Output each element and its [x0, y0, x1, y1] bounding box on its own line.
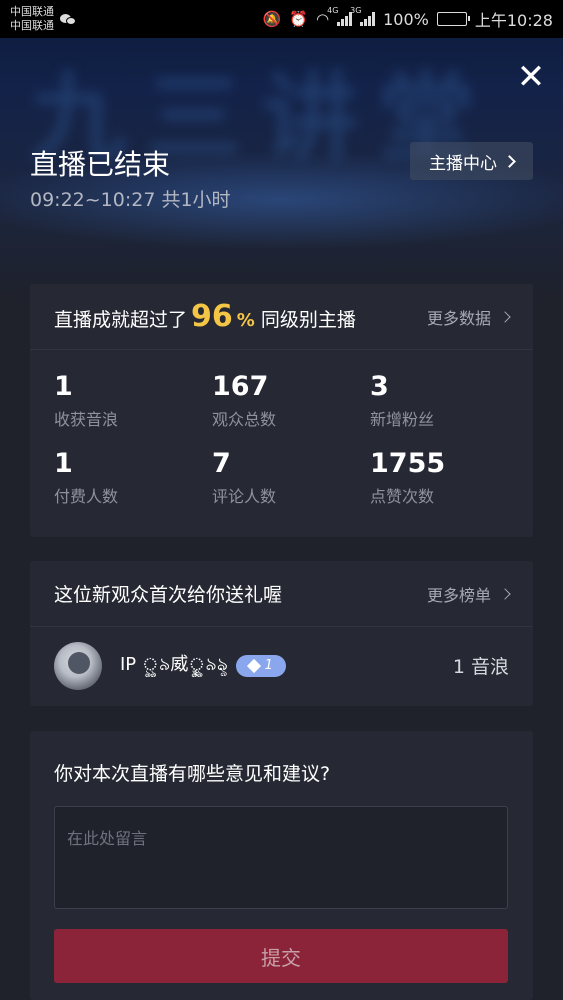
page-title: 直播已结束	[30, 148, 171, 181]
stat-item: 7 评论人数	[212, 447, 370, 507]
gift-user-row[interactable]: IP ৣ৯威ৄৣ৯ৡ 1 1 音浪	[30, 627, 533, 704]
user-name: IP ৣ৯威ৄৣ৯ৡ	[120, 654, 228, 675]
mute-icon: 🔕	[262, 10, 282, 28]
alarm-icon: ⏰	[289, 10, 309, 28]
stat-item: 1 收获音浪	[54, 370, 212, 430]
live-duration: 09:22~10:27 共1小时	[30, 189, 231, 211]
achievement-prefix: 直播成就超过了	[54, 309, 188, 331]
chevron-right-icon	[499, 587, 511, 600]
achievement-percent: 96	[191, 299, 233, 334]
achievement-card: 直播成就超过了 96 % 同级别主播 更多数据 1 收获音浪 167 观众总数 …	[30, 284, 533, 537]
gift-card: 这位新观众首次给你送礼喔 更多榜单 IP ৣ৯威ৄৣ৯ৡ 1 1 音浪	[30, 561, 533, 706]
signal-icon-2: 3G	[350, 6, 376, 26]
clock: 上午10:28	[474, 11, 553, 30]
stats-grid: 1 收获音浪 167 观众总数 3 新增粉丝 1 付费人数 7 评论人数 175…	[30, 350, 533, 507]
feedback-input[interactable]	[54, 806, 508, 909]
anchor-center-button[interactable]: 主播中心	[410, 142, 533, 180]
gift-amount: 1 音浪	[452, 656, 509, 678]
stat-label: 观众总数	[212, 410, 277, 429]
stat-label: 评论人数	[212, 487, 277, 506]
stat-label: 付费人数	[54, 487, 119, 506]
close-button[interactable]: ✕	[515, 60, 547, 94]
stat-value: 167	[212, 371, 269, 402]
carrier-info: 中国联通 中国联通	[10, 5, 54, 33]
stat-value: 1	[54, 448, 73, 479]
achievement-suffix: 同级别主播	[260, 309, 356, 331]
user-level-badge: 1	[235, 654, 286, 677]
status-icons: 🔕 ⏰ ◠ 4G 3G 100% 上午10:28	[262, 6, 553, 31]
stat-label: 收获音浪	[54, 410, 119, 429]
stat-item: 167 观众总数	[212, 370, 370, 430]
gift-title: 这位新观众首次给你送礼喔	[54, 584, 283, 606]
carrier-2: 中国联通	[10, 19, 54, 32]
chevron-right-icon	[503, 154, 516, 168]
gift-header: 这位新观众首次给你送礼喔 更多榜单	[30, 561, 533, 627]
avatar[interactable]	[54, 641, 102, 690]
stat-item: 3 新增粉丝	[370, 370, 520, 430]
more-data-label: 更多数据	[426, 308, 491, 328]
network-type-2: 3G	[350, 6, 362, 15]
stat-label: 点赞次数	[370, 487, 435, 506]
status-bar: 中国联通 中国联通 🔕 ⏰ ◠ 4G 3G 100% 上午10:28	[0, 0, 563, 38]
more-ranking-link[interactable]: 更多榜单	[426, 582, 511, 606]
stat-item: 1755 点赞次数	[370, 447, 520, 507]
more-data-link[interactable]: 更多数据	[426, 305, 511, 329]
feedback-card: 你对本次直播有哪些意见和建议? 提交	[30, 731, 533, 1000]
stat-value: 1	[54, 371, 73, 402]
feedback-title: 你对本次直播有哪些意见和建议?	[54, 763, 331, 785]
battery-percent: 100%	[383, 9, 429, 29]
stat-value: 7	[212, 448, 231, 479]
achievement-header: 直播成就超过了 96 % 同级别主播 更多数据	[30, 284, 533, 350]
stat-value: 1755	[370, 448, 446, 479]
stat-item: 1 付费人数	[54, 447, 212, 507]
battery-icon	[436, 12, 470, 26]
anchor-center-label: 主播中心	[429, 153, 497, 174]
user-level: 1	[264, 658, 273, 673]
carrier-1: 中国联通	[10, 5, 54, 18]
more-ranking-label: 更多榜单	[426, 585, 491, 605]
stat-value: 3	[370, 371, 389, 402]
network-type-1: 4G	[327, 6, 339, 15]
close-icon: ✕	[516, 57, 546, 97]
submit-button[interactable]: 提交	[54, 929, 508, 983]
stat-label: 新增粉丝	[370, 410, 435, 429]
achievement-percent-sign: %	[236, 310, 255, 331]
wechat-icon	[60, 12, 78, 26]
chevron-right-icon	[499, 310, 511, 323]
diamond-icon	[246, 658, 261, 673]
achievement-title: 直播成就超过了 96 % 同级别主播	[54, 299, 356, 334]
